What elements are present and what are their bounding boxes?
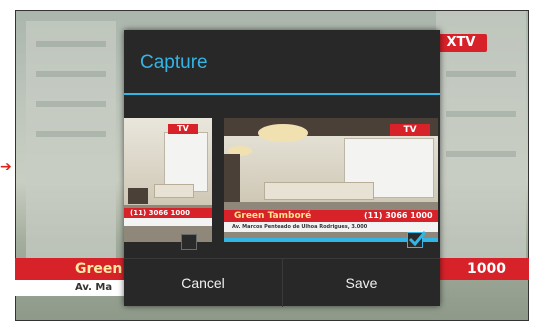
title-divider <box>124 93 440 95</box>
thumbnail-subbanner <box>124 218 212 226</box>
lower-third-sub-text: Av. Ma <box>75 282 113 293</box>
thumbnail-subbanner: Av. Marcos Penteado de Ulhoa Rodrigues, … <box>224 222 438 232</box>
checkmark-icon <box>408 231 427 247</box>
lower-third-sub-banner: Av. Ma <box>15 280 135 296</box>
save-button[interactable]: Save <box>282 259 440 307</box>
thumbnail-title: Green Tamboré <box>234 211 312 221</box>
thumbnail-banner: Green Tamboré (11) 3066 1000 <box>224 210 438 222</box>
dialog-title: Capture <box>140 52 208 73</box>
thumbnail-checkbox[interactable] <box>181 234 197 250</box>
room-table <box>154 184 194 198</box>
room-lamp <box>258 124 308 142</box>
thumbnail-logo: TV <box>390 124 430 136</box>
thumbnail-logo: TV <box>168 124 198 134</box>
room-furniture <box>128 188 148 204</box>
thumbnail-phone: (11) 3066 1000 <box>364 211 433 220</box>
room-table <box>264 182 374 200</box>
arrow-right-icon: ➔ <box>0 159 12 175</box>
thumbnail-banner: (11) 3066 1000 <box>124 208 212 218</box>
dialog-button-bar: Cancel Save <box>124 258 440 307</box>
thumbnail-item-selected[interactable]: TV Green Tamboré (11) 3066 1000 Av. Marc… <box>224 118 438 242</box>
thumbnail-caption: Av. Marcos Penteado de Ulhoa Rodrigues, … <box>232 224 368 230</box>
channel-logo: XTV <box>435 34 487 52</box>
room-window <box>164 132 208 192</box>
lower-third-left-text: Green <box>75 261 123 277</box>
thumbnail-phone: (11) 3066 1000 <box>130 209 190 217</box>
lower-third-right-text: 1000 <box>467 261 506 277</box>
capture-dialog: Capture TV (11) 3066 1000 TV Green Tambo… <box>124 30 440 307</box>
thumbnail-item[interactable]: TV (11) 3066 1000 <box>124 118 212 242</box>
thumbnail-strip[interactable]: TV (11) 3066 1000 TV Green Tamboré (11) … <box>124 118 440 250</box>
screen: ➔ XTV Green 1000 Av. Ma Capture TV (11) … <box>0 0 534 325</box>
thumbnail-checkbox-checked[interactable] <box>407 231 427 248</box>
cancel-button[interactable]: Cancel <box>124 259 282 307</box>
